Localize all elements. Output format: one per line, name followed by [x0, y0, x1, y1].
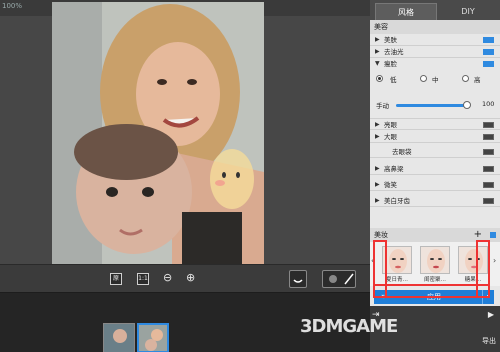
site-watermark: 3DMGAME — [300, 316, 398, 337]
radio-mid-label: 中 — [432, 76, 439, 84]
expand-arrow-icon: ▶ — [375, 48, 380, 55]
toggle-switch[interactable] — [483, 166, 494, 172]
brush-icon — [329, 273, 354, 285]
radio-high-label: 高 — [474, 76, 481, 84]
radio-mid[interactable] — [420, 75, 427, 82]
zoom-in-icon[interactable]: ⊕ — [186, 271, 195, 285]
toggle-switch[interactable] — [483, 61, 494, 67]
item-nose[interactable]: ▶ 高鼻梁 — [370, 163, 500, 175]
radio-low-label: 低 — [390, 76, 397, 84]
face-thumbnail — [389, 249, 407, 273]
expand-arrow-icon: ▶ — [375, 165, 380, 172]
radio-high[interactable] — [462, 75, 469, 82]
manual-value: 100 — [482, 100, 495, 108]
toggle-switch[interactable] — [483, 182, 494, 188]
manual-slider-thumb[interactable] — [463, 101, 471, 109]
item-teeth[interactable]: ▶ 美白牙齿 — [370, 195, 500, 207]
canvas-toolbar: 原 1:1 ⊖ ⊕ — [0, 264, 370, 292]
watermark-mascot-icon — [210, 149, 254, 209]
item-big-eyes[interactable]: ▶ 大眼 — [370, 131, 500, 143]
actual-size-button[interactable]: 1:1 — [137, 273, 149, 285]
item-eye-bags[interactable]: 去眼袋 — [370, 146, 500, 158]
item-smile[interactable]: ▶ 微笑 — [370, 179, 500, 191]
toggle-switch[interactable] — [483, 37, 494, 43]
slim-level-options: 低 中 高 — [370, 72, 500, 86]
collapse-arrow-icon: ▼ — [375, 60, 380, 67]
brush-tool-button[interactable] — [322, 270, 356, 288]
next-arrow-icon[interactable]: › — [493, 256, 496, 265]
thumbnail-image — [104, 324, 134, 352]
item-label: 美白牙齿 — [384, 197, 410, 205]
tab-diy[interactable]: DIY — [438, 3, 498, 20]
item-bright-eyes[interactable]: ▶ 亮眼 — [370, 118, 500, 130]
item-label: 瘦脸 — [384, 60, 397, 68]
makeup-toggle[interactable] — [490, 232, 496, 238]
photo-preview[interactable] — [52, 2, 264, 264]
toggle-switch[interactable] — [483, 49, 494, 55]
beauty-section-title: 美容 — [370, 20, 500, 34]
item-label: 美肤 — [384, 36, 397, 44]
radio-low[interactable] — [376, 75, 383, 82]
manual-label: 手动 — [376, 102, 389, 110]
toggle-switch[interactable] — [483, 198, 494, 204]
item-label: 去油光 — [384, 48, 404, 56]
export-label: 导出 — [482, 337, 496, 345]
more-arrow-icon[interactable]: ▶ — [488, 310, 494, 319]
panel-tabs: 风格 DIY — [370, 0, 500, 20]
smile-icon — [293, 279, 303, 283]
item-label: 大眼 — [384, 133, 397, 141]
photo-image — [52, 2, 264, 264]
item-label: 微笑 — [384, 181, 397, 189]
thumbnail-2-selected[interactable] — [137, 323, 169, 352]
expand-arrow-icon: ▶ — [375, 36, 380, 43]
zoom-level: 100% — [2, 2, 23, 10]
makeup-preset-label: 闺密聚… — [423, 277, 446, 283]
app-window: 100% 原 1:1 ⊖ ⊕ 风格 DIY 美容 ▶ 美肤 ▶ 去油光 ▼ 瘦脸… — [0, 0, 500, 352]
item-label: 高鼻梁 — [384, 165, 404, 173]
zoom-out-icon[interactable]: ⊖ — [163, 271, 172, 285]
expand-arrow-icon: ▶ — [375, 197, 380, 204]
face-thumbnail — [427, 249, 445, 273]
highlight-box-bottom — [373, 284, 490, 298]
item-label: 亮眼 — [384, 121, 397, 129]
photo-canvas-area: 100% 原 1:1 ⊖ ⊕ — [0, 0, 370, 292]
expand-arrow-icon: ▶ — [375, 181, 380, 188]
item-skin[interactable]: ▶ 美肤 — [370, 34, 500, 46]
manual-slider-track[interactable] — [396, 104, 468, 107]
makeup-preset-2[interactable] — [420, 246, 450, 274]
toggle-switch[interactable] — [483, 122, 494, 128]
tab-style[interactable]: 风格 — [375, 3, 437, 20]
thumbnail-image — [139, 325, 167, 351]
face-detect-button[interactable] — [289, 270, 307, 288]
adjust-panel: 风格 DIY 美容 ▶ 美肤 ▶ 去油光 ▼ 瘦脸 低 中 高 手动 100 ▶… — [370, 0, 500, 352]
item-slim-face[interactable]: ▼ 瘦脸 — [370, 58, 500, 70]
toggle-switch[interactable] — [483, 134, 494, 140]
original-button[interactable]: 原 — [110, 273, 122, 285]
thumbnail-1[interactable] — [103, 323, 135, 352]
expand-arrow-icon: ▶ — [375, 121, 380, 128]
toggle-switch[interactable] — [483, 149, 494, 155]
item-label: 去眼袋 — [392, 148, 412, 156]
makeup-title: 美妆 — [374, 231, 388, 239]
item-deoil[interactable]: ▶ 去油光 — [370, 46, 500, 58]
expand-arrow-icon: ▶ — [375, 133, 380, 140]
